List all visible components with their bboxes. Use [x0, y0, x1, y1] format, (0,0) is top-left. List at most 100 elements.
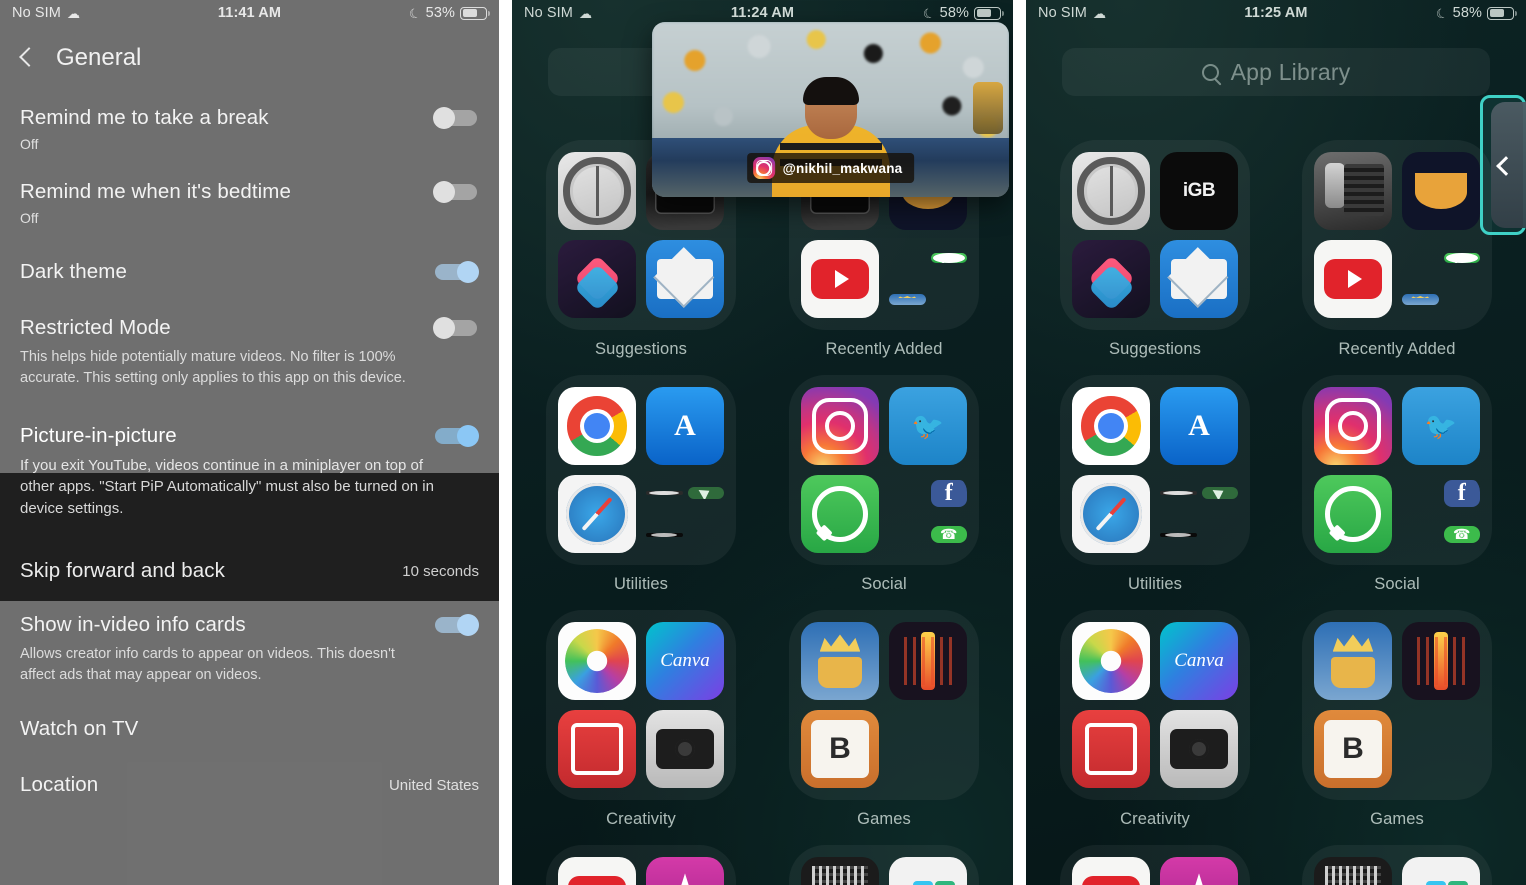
calculator-icon[interactable] — [1314, 857, 1392, 885]
king-icon[interactable] — [1402, 294, 1439, 306]
inshot-icon[interactable] — [1072, 710, 1150, 788]
mail-icon[interactable] — [646, 240, 724, 318]
dark-noise-icon[interactable] — [1160, 532, 1197, 537]
folder-partial-right[interactable] — [1302, 845, 1492, 885]
app-store-icon[interactable]: A — [646, 387, 724, 465]
mini-app-grid[interactable] — [1402, 240, 1480, 318]
toggle-info-cards[interactable] — [433, 614, 479, 637]
folder-utilities[interactable]: A Utilities — [546, 375, 736, 594]
star-icon[interactable] — [1160, 857, 1238, 885]
facebook-icon[interactable]: f — [930, 479, 967, 507]
compass-icon[interactable] — [646, 491, 683, 496]
setting-row-dark-theme[interactable]: Dark theme — [0, 238, 499, 300]
setting-row-remind-break[interactable]: Remind me to take a break Off — [0, 90, 499, 164]
setting-row-skip-forward-back[interactable]: Skip forward and back 10 seconds — [0, 539, 499, 597]
phone-icon[interactable] — [930, 526, 967, 544]
folder-creativity[interactable]: Canva Creativity — [1060, 610, 1250, 829]
slack-icon[interactable] — [889, 857, 967, 885]
shooter-icon[interactable] — [1402, 622, 1480, 700]
calculator-icon[interactable] — [801, 857, 879, 885]
folder-games[interactable]: Games — [789, 610, 979, 829]
setting-row-remind-bedtime[interactable]: Remind me when it's bedtime Off — [0, 164, 499, 238]
toggle-remind-bedtime[interactable] — [433, 181, 479, 203]
find-my-icon[interactable] — [687, 487, 724, 500]
facebook-icon[interactable]: f — [1443, 479, 1480, 507]
picture-in-picture-player[interactable]: @nikhil_makwana — [652, 22, 1009, 197]
find-my-icon[interactable] — [1201, 487, 1238, 500]
toggle-restricted-mode[interactable] — [433, 317, 479, 339]
whatsapp-icon[interactable] — [1443, 253, 1480, 264]
photos-icon[interactable] — [1072, 622, 1150, 700]
phonebook-icon[interactable] — [1314, 152, 1392, 230]
mini-app-grid[interactable] — [1402, 710, 1480, 788]
folder-games[interactable]: Games — [1302, 610, 1492, 829]
safari-icon[interactable] — [558, 475, 636, 553]
shortcuts-icon[interactable] — [1072, 240, 1150, 318]
setting-row-watch-on-tv[interactable]: Watch on TV — [0, 697, 499, 755]
bword-icon[interactable] — [1314, 710, 1392, 788]
compass-icon[interactable] — [1160, 491, 1197, 496]
youtube-icon[interactable] — [801, 240, 879, 318]
setting-row-picture-in-picture[interactable]: Picture-in-picture If you exit YouTube, … — [0, 406, 499, 540]
camera-icon[interactable] — [646, 710, 724, 788]
settings-icon[interactable] — [1072, 152, 1150, 230]
inshot-icon[interactable] — [558, 710, 636, 788]
setting-row-info-cards[interactable]: Show in-video info cards Allows creator … — [0, 597, 499, 697]
star-icon[interactable] — [646, 857, 724, 885]
instagram-icon[interactable] — [1314, 387, 1392, 465]
mini-app-grid[interactable]: f — [889, 475, 967, 553]
moon-icon[interactable] — [1402, 152, 1480, 230]
mini-app-grid[interactable] — [1160, 475, 1238, 553]
app-store-icon[interactable]: A — [1160, 387, 1238, 465]
igb-icon[interactable]: iGB — [1160, 152, 1238, 230]
mini-app-grid[interactable] — [889, 240, 967, 318]
mail-icon[interactable] — [1160, 240, 1238, 318]
folder-creativity[interactable]: Canva Creativity — [546, 610, 736, 829]
chrome-icon[interactable] — [558, 387, 636, 465]
settings-scroll-area[interactable]: No SIM ☁ 11:41 AM ☾ 53% General Remind m… — [0, 0, 499, 885]
folder-partial-right[interactable] — [789, 845, 979, 885]
whatsapp-icon[interactable] — [801, 475, 879, 553]
youtube-icon[interactable] — [1314, 240, 1392, 318]
toggle-dark-theme[interactable] — [433, 261, 479, 283]
folder-social[interactable]: 🐦 f Social — [789, 375, 979, 594]
folder-recently-added[interactable]: Recently Added — [1302, 140, 1492, 359]
chrome-icon[interactable] — [1072, 387, 1150, 465]
safari-icon[interactable] — [1072, 475, 1150, 553]
setting-row-location[interactable]: Location United States — [0, 755, 499, 803]
king-icon[interactable] — [1314, 622, 1392, 700]
phone-icon[interactable] — [1443, 526, 1480, 544]
youtube-icon[interactable] — [1072, 857, 1150, 885]
toggle-remind-break[interactable] — [433, 107, 479, 129]
folder-suggestions[interactable]: iGB Suggestions — [1060, 140, 1250, 359]
mini-app-grid[interactable] — [646, 475, 724, 553]
app-library-search-field[interactable]: App Library — [1062, 48, 1490, 96]
mini-app-grid[interactable]: f — [1402, 475, 1480, 553]
photos-icon[interactable] — [558, 622, 636, 700]
folder-partial-left[interactable] — [546, 845, 736, 885]
back-chevron-icon[interactable] — [1495, 157, 1511, 173]
toggle-picture-in-picture[interactable] — [433, 425, 479, 448]
whatsapp-icon[interactable] — [1314, 475, 1392, 553]
whatsapp-icon[interactable] — [930, 253, 967, 264]
folder-partial-left[interactable] — [1060, 845, 1250, 885]
instagram-icon[interactable] — [801, 387, 879, 465]
king-icon[interactable] — [889, 294, 926, 306]
camera-icon[interactable] — [1160, 710, 1238, 788]
shooter-icon[interactable] — [889, 622, 967, 700]
shortcuts-icon[interactable] — [558, 240, 636, 318]
slack-icon[interactable] — [1402, 857, 1480, 885]
bword-icon[interactable] — [801, 710, 879, 788]
king-icon[interactable] — [801, 622, 879, 700]
youtube-icon[interactable] — [558, 857, 636, 885]
canva-icon[interactable]: Canva — [646, 622, 724, 700]
folder-social[interactable]: 🐦 f Social — [1302, 375, 1492, 594]
setting-row-restricted-mode[interactable]: Restricted Mode This helps hide potentia… — [0, 300, 499, 400]
mini-app-grid[interactable] — [889, 710, 967, 788]
twitter-icon[interactable]: 🐦 — [889, 387, 967, 465]
folder-utilities[interactable]: A Utilities — [1060, 375, 1250, 594]
back-chevron-icon[interactable] — [14, 45, 40, 71]
dark-noise-icon[interactable] — [646, 532, 683, 537]
canva-icon[interactable]: Canva — [1160, 622, 1238, 700]
twitter-icon[interactable]: 🐦 — [1402, 387, 1480, 465]
